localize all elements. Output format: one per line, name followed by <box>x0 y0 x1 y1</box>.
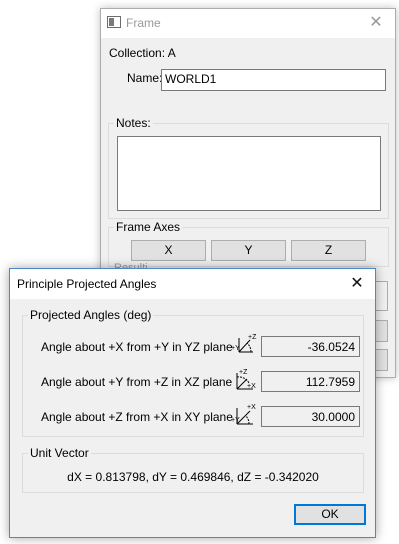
angle-z-value: 30.0000 <box>261 406 360 427</box>
frame-app-icon <box>107 16 121 28</box>
notes-group: Notes: <box>108 116 389 219</box>
unit-vector-label: Unit Vector <box>28 446 91 460</box>
angle-x-label: Angle about +X from +Y in YZ plane <box>41 340 233 354</box>
angle-x-value: -36.0524 <box>261 336 360 357</box>
dialog-close-icon[interactable]: ✕ <box>344 272 370 296</box>
axis-x-button[interactable]: X <box>131 240 206 261</box>
name-label: Name: <box>127 71 163 85</box>
angle-y-label: Angle about +Y from +Z in XZ plane <box>41 375 233 389</box>
frame-titlebar[interactable]: Frame ✕ <box>101 9 395 38</box>
unit-vector-text: dX = 0.813798, dY = 0.469846, dZ = -0.34… <box>67 470 319 484</box>
axis-z-button[interactable]: Z <box>291 240 366 261</box>
name-input[interactable]: WORLD1 <box>161 69 386 91</box>
projected-angles-label: Projected Angles (deg) <box>28 308 154 322</box>
frame-side-panel <box>376 281 388 311</box>
notes-textarea[interactable] <box>117 136 381 211</box>
frame-close-icon[interactable]: ✕ <box>363 11 389 35</box>
angle-y-value: 112.7959 <box>261 371 360 392</box>
dialog-titlebar[interactable]: Principle Projected Angles ✕ <box>10 269 375 299</box>
angle-z-label: Angle about +Z from +X in XY plane <box>41 410 233 424</box>
frame-side-button-2[interactable] <box>376 349 388 371</box>
projected-angles-group: Projected Angles (deg) Angle about +X fr… <box>22 308 364 437</box>
svg-text:+Z: +Z <box>239 369 248 376</box>
principle-projected-angles-dialog: Principle Projected Angles ✕ Projected A… <box>9 268 376 538</box>
xz-plane-icon: +Z +X <box>236 369 256 390</box>
xy-plane-icon: +X +Y <box>231 404 256 425</box>
yz-plane-icon: +Z +Y <box>231 334 257 353</box>
frame-axes-label: Frame Axes <box>114 220 183 234</box>
svg-text:+Y: +Y <box>231 345 240 352</box>
unit-vector-group: Unit Vector dX = 0.813798, dY = 0.469846… <box>22 446 364 493</box>
collection-label: Collection: A <box>109 46 176 60</box>
frame-window-title: Frame <box>126 16 161 30</box>
svg-text:+X: +X <box>247 383 256 390</box>
svg-text:+Z: +Z <box>248 334 257 341</box>
frame-side-button-1[interactable] <box>376 320 388 342</box>
dialog-title: Principle Projected Angles <box>17 277 157 291</box>
notes-label: Notes: <box>114 116 153 130</box>
svg-text:+Y: +Y <box>231 417 240 424</box>
frame-axes-group: Frame Axes X Y Z <box>108 220 389 267</box>
svg-text:+X: +X <box>247 404 256 411</box>
ok-button[interactable]: OK <box>294 504 366 525</box>
axis-y-button[interactable]: Y <box>211 240 286 261</box>
